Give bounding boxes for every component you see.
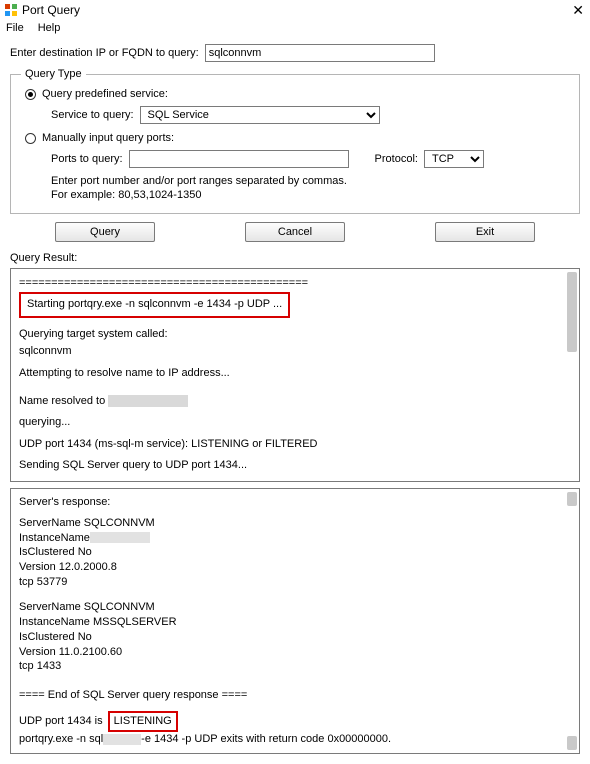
scrollbar[interactable]	[567, 492, 577, 506]
radio-manual-label: Manually input query ports:	[42, 132, 174, 144]
s1-clustered: IsClustered No	[19, 545, 571, 560]
query-type-group: Query Type Query predefined service: Ser…	[10, 68, 580, 214]
result-sending: Sending SQL Server query to UDP port 143…	[19, 457, 571, 475]
cancel-button[interactable]: Cancel	[245, 222, 345, 242]
redacted-exit	[103, 734, 141, 745]
s2-tcp: tcp 1433	[19, 659, 571, 674]
result-resolved-prefix: Name resolved to	[19, 395, 105, 407]
s2-version: Version 11.0.2100.60	[19, 645, 571, 660]
s1-version: Version 12.0.2000.8	[19, 560, 571, 575]
protocol-label: Protocol:	[375, 153, 418, 165]
query-result-label: Query Result:	[10, 252, 580, 264]
s1-tcp: tcp 53779	[19, 575, 571, 590]
scrollbar[interactable]	[567, 736, 577, 750]
query-result-box: ========================================…	[10, 268, 580, 482]
ports-hint-line1: Enter port number and/or port ranges sep…	[51, 174, 569, 188]
protocol-dropdown[interactable]: TCP	[424, 150, 484, 168]
ports-input[interactable]	[129, 150, 349, 168]
result-resolving: Attempting to resolve name to IP address…	[19, 365, 571, 383]
result-rule: ========================================…	[19, 275, 571, 293]
radio-predefined-label: Query predefined service:	[42, 88, 168, 100]
exit-button[interactable]: Exit	[435, 222, 535, 242]
udp-port-prefix: UDP port 1434 is	[19, 715, 103, 727]
destination-input[interactable]	[205, 44, 435, 62]
result-starting-highlight: Starting portqry.exe -n sqlconnvm -e 143…	[19, 292, 290, 318]
result-querying-target: Querying target system called:	[19, 326, 571, 344]
udp-status-highlight: LISTENING	[108, 711, 178, 732]
menu-help[interactable]: Help	[38, 22, 61, 34]
radio-predefined[interactable]	[25, 89, 36, 100]
ports-to-query-label: Ports to query:	[51, 153, 123, 165]
ports-hint-line2: For example: 80,53,1024-1350	[51, 188, 569, 202]
titlebar: Port Query ✕	[0, 0, 590, 20]
s2-instancename: InstanceName MSSQLSERVER	[19, 615, 571, 630]
menubar: File Help	[0, 20, 590, 38]
redacted-ip	[108, 395, 188, 407]
result-udp-status: UDP port 1434 (ms-sql-m service): LISTEN…	[19, 436, 571, 454]
radio-manual[interactable]	[25, 133, 36, 144]
s1-servername: ServerName SQLCONNVM	[19, 516, 571, 531]
scrollbar[interactable]	[567, 272, 577, 352]
service-dropdown[interactable]: SQL Service	[140, 106, 380, 124]
close-icon[interactable]: ✕	[572, 2, 584, 19]
response-end-rule: ==== End of SQL Server query response ==…	[19, 688, 571, 703]
result-target-name: sqlconnvm	[19, 343, 571, 361]
destination-label: Enter destination IP or FQDN to query:	[10, 47, 199, 59]
exit-line-pre: portqry.exe -n sql	[19, 733, 103, 745]
exit-line-post: -e 1434 -p UDP exits with return code 0x…	[141, 733, 391, 745]
service-to-query-label: Service to query:	[51, 109, 134, 121]
s1-instancename-prefix: InstanceName	[19, 532, 90, 544]
query-type-legend: Query Type	[21, 68, 86, 80]
redacted-instance	[90, 532, 150, 543]
server-response-box: Server's response: ServerName SQLCONNVM …	[10, 488, 580, 754]
response-header: Server's response:	[19, 495, 571, 510]
menu-file[interactable]: File	[6, 22, 24, 34]
app-icon	[4, 3, 18, 17]
window-title: Port Query	[22, 3, 80, 17]
s2-servername: ServerName SQLCONNVM	[19, 600, 571, 615]
s2-clustered: IsClustered No	[19, 630, 571, 645]
query-button[interactable]: Query	[55, 222, 155, 242]
result-querying: querying...	[19, 414, 571, 432]
